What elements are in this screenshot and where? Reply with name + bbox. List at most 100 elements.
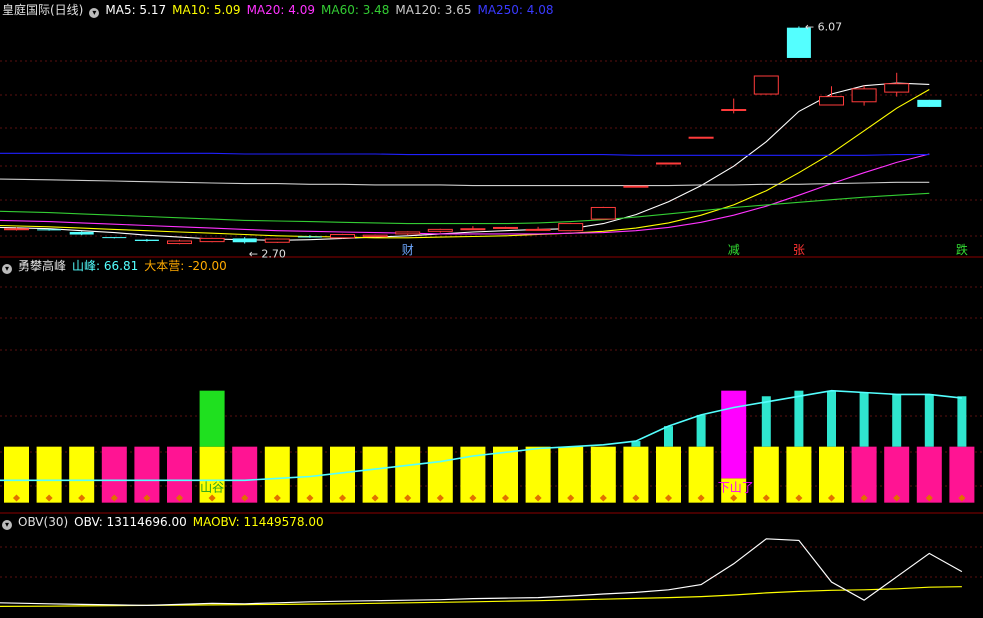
indicator-bar <box>884 446 910 503</box>
obv-panel <box>0 538 963 608</box>
ma-line-ma120 <box>0 178 930 187</box>
candle-body <box>264 238 290 243</box>
indicator-bar <box>232 446 258 503</box>
candle-body <box>753 75 779 95</box>
peak-bar <box>827 390 836 447</box>
indicator-bar <box>36 446 62 503</box>
candle-body <box>525 228 551 231</box>
indicator-bar <box>786 446 812 503</box>
peak-bar <box>957 396 967 447</box>
maobv-label: MAOBV: 11449578.00 <box>192 515 324 529</box>
candle-body <box>917 99 942 107</box>
chart-stage: ← 6.07 ← 2.70 财 减 张 跌 山谷 下山了 皇庭国际(日线) ▾ MA5: 5.1… <box>0 0 983 614</box>
low-price-label: ← 2.70 <box>249 248 286 261</box>
candle-body <box>493 226 518 229</box>
candle-body <box>330 234 355 239</box>
ma5-label: MA5: 5.17 <box>105 3 167 17</box>
peak-bar <box>761 396 771 447</box>
obv-line <box>0 538 963 607</box>
indicator-bar <box>623 446 649 503</box>
event-marker: 张 <box>793 243 805 257</box>
indicator-bar <box>264 446 290 503</box>
candle-body <box>688 136 714 139</box>
event-marker: 财 <box>402 243 414 257</box>
indicator-bar <box>4 446 29 503</box>
peak-bar <box>859 392 869 447</box>
valley-label: 山谷 <box>200 480 224 494</box>
indicator-bar <box>688 446 714 503</box>
candle-body <box>69 231 94 235</box>
settings-icon[interactable]: ▾ <box>89 8 100 18</box>
indicator-bar <box>656 446 681 503</box>
indicator-bar <box>851 446 877 503</box>
candle-body <box>167 240 192 245</box>
ma250-label: MA250: 4.08 <box>477 3 554 17</box>
candle-body <box>884 83 910 93</box>
settings-icon[interactable]: ▾ <box>2 264 12 274</box>
dabenying-label: 大本营: -20.00 <box>144 259 227 273</box>
indicator-title: 勇攀高峰 <box>18 259 67 273</box>
ma-line-ma10 <box>0 89 930 239</box>
indicator-bar <box>819 446 844 503</box>
peak-bar <box>664 426 673 447</box>
peak-bar <box>794 390 804 447</box>
candle-body <box>4 228 29 231</box>
indicator-bar <box>330 446 355 503</box>
indicator-bar <box>949 446 975 503</box>
candle-body <box>721 109 747 112</box>
obv-panel-header: ▾ OBV(30) OBV: 13114696.00 MAOBV: 11449578.… <box>2 514 330 530</box>
price-panel-header: 皇庭国际(日线) ▾ MA5: 5.17 MA10: 5.09 MA20: 4.09 MA… <box>2 2 560 18</box>
ma-line-ma250 <box>0 152 930 156</box>
candle-body <box>623 185 649 188</box>
obv-label: OBV: 13114696.00 <box>74 515 187 529</box>
indicator-bar <box>362 446 388 503</box>
ma120-label: MA120: 3.65 <box>395 3 472 17</box>
indicator-bar <box>134 446 160 503</box>
indicator-bar <box>493 446 518 503</box>
candle-body <box>37 229 62 231</box>
candle-body <box>851 88 877 103</box>
chart-title: 皇庭国际(日线) <box>2 3 84 17</box>
ma20-label: MA20: 4.09 <box>246 3 315 17</box>
indicator-bar <box>525 446 551 503</box>
candle-body <box>427 228 453 232</box>
indicator-bar <box>69 446 95 503</box>
indicator-bar <box>916 446 942 503</box>
highlight-bar <box>199 390 225 447</box>
indicator-bar <box>558 446 584 503</box>
shanfeng-label: 山峰: 66.81 <box>72 259 139 273</box>
candle-body <box>232 238 257 243</box>
indicator-bar <box>167 446 192 503</box>
candle-body <box>297 236 322 238</box>
candle-body <box>656 162 681 165</box>
candle-body <box>558 223 584 232</box>
downhill-label: 下山了 <box>718 480 754 494</box>
peak-bar <box>924 394 934 447</box>
indicator-bar <box>297 446 323 503</box>
price-panel: ← 6.07 ← 2.70 财 减 张 跌 <box>0 20 968 261</box>
indicator-bar <box>101 446 127 503</box>
indicator-bar <box>427 446 453 503</box>
candle-body <box>362 234 388 237</box>
candle-body <box>395 231 421 235</box>
candle-body <box>199 237 225 243</box>
event-marker: 跌 <box>956 242 968 257</box>
peak-bar <box>696 414 706 447</box>
ma60-label: MA60: 3.48 <box>321 3 390 17</box>
indicator-panel-header: ▾ 勇攀高峰 山峰: 66.81 大本营: -20.00 <box>2 258 233 274</box>
ma-line-ma20 <box>0 153 930 235</box>
obv-title: OBV(30) <box>18 515 69 529</box>
candle-body <box>134 239 159 241</box>
indicator-bar <box>395 446 421 503</box>
ma10-label: MA10: 5.09 <box>172 3 241 17</box>
highlight-bar <box>721 390 747 479</box>
high-price-label: ← 6.07 <box>805 20 842 33</box>
indicator-panel: 山谷 下山了 <box>0 389 975 503</box>
settings-icon[interactable]: ▾ <box>2 520 12 530</box>
candle-body <box>102 237 127 239</box>
candle-body <box>819 96 844 106</box>
candle-body <box>460 228 486 231</box>
candle-body <box>590 206 616 220</box>
peak-bar <box>892 394 902 447</box>
indicator-bar <box>753 446 779 503</box>
